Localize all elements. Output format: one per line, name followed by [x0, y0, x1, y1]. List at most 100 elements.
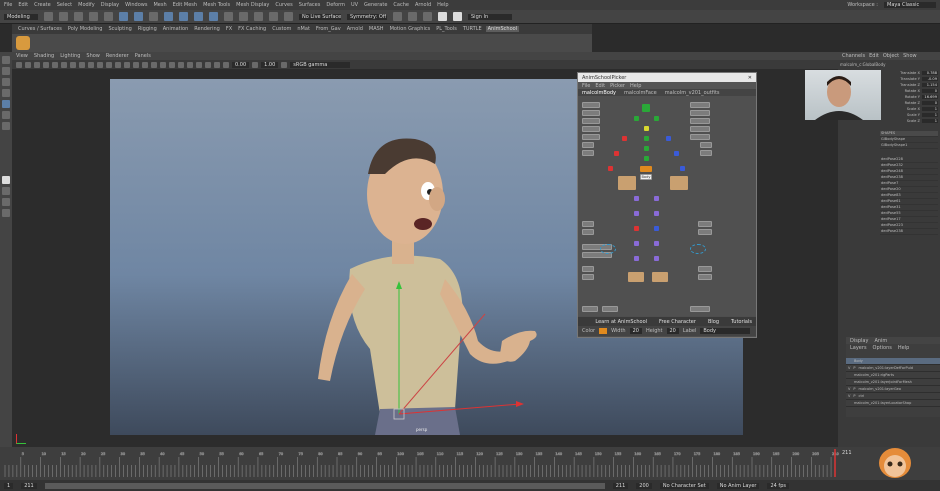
- shelf-tab[interactable]: TURTLE: [461, 26, 484, 32]
- attr-value[interactable]: 0: [922, 89, 938, 93]
- exposure-icon[interactable]: [252, 61, 259, 68]
- channel-menu-item[interactable]: Object: [883, 53, 899, 59]
- picker-control[interactable]: [654, 226, 659, 231]
- field-chart-icon[interactable]: [88, 61, 94, 68]
- picker-tab-active[interactable]: malcolmBody: [582, 90, 616, 96]
- picker-footer-link[interactable]: Blog: [708, 319, 719, 325]
- playback-toggle[interactable]: P: [853, 387, 855, 391]
- undo-icon[interactable]: [89, 12, 98, 21]
- panel-menu-item[interactable]: Lighting: [60, 53, 80, 59]
- shelf-tab[interactable]: Animation: [161, 26, 191, 32]
- picker-control[interactable]: [680, 166, 685, 171]
- camera-icon[interactable]: [16, 61, 22, 68]
- attr-value[interactable]: 0: [922, 101, 938, 105]
- picker-button[interactable]: [582, 134, 600, 140]
- picker-control[interactable]: [634, 241, 639, 246]
- picker-control[interactable]: [622, 136, 627, 141]
- attr-value[interactable]: 1: [922, 119, 938, 123]
- picker-head-control[interactable]: [642, 104, 650, 112]
- picker-button[interactable]: [698, 274, 712, 280]
- picker-control[interactable]: [644, 156, 649, 161]
- picker-control[interactable]: [654, 116, 659, 121]
- workspace-select[interactable]: Maya Classic: [884, 2, 936, 8]
- attr-row[interactable]: Scale Z1: [880, 118, 938, 124]
- motion-blur-icon[interactable]: [169, 61, 175, 68]
- menu-item[interactable]: Arnold: [415, 2, 431, 8]
- isolate-select-icon[interactable]: [196, 61, 202, 68]
- input-output-icon[interactable]: [284, 12, 293, 21]
- picker-canvas[interactable]: Body: [578, 96, 756, 316]
- menu-item[interactable]: Display: [101, 2, 119, 8]
- shelf-tab[interactable]: Motion Graphics: [388, 26, 433, 32]
- playblast-icon[interactable]: [453, 12, 462, 21]
- safe-action-icon[interactable]: [97, 61, 103, 68]
- playback-toggle[interactable]: P: [853, 366, 855, 370]
- picker-hand-right[interactable]: [670, 176, 688, 190]
- panel-menu-item[interactable]: Shading: [34, 53, 54, 59]
- select-object-icon[interactable]: [134, 12, 143, 21]
- playback-toggle[interactable]: P: [853, 394, 855, 398]
- picker-control[interactable]: [634, 256, 639, 261]
- picker-button[interactable]: [690, 126, 710, 132]
- menu-item[interactable]: Modify: [78, 2, 95, 8]
- depth-of-field-icon[interactable]: [187, 61, 193, 68]
- layer-row[interactable]: V Pmalcolm_v201:layerDefForPuld: [846, 365, 940, 372]
- menu-item[interactable]: File: [4, 2, 12, 8]
- shelf-tab[interactable]: Poly Modeling: [66, 26, 105, 32]
- picker-footer-link[interactable]: Tutorials: [731, 319, 752, 325]
- image-plane-icon[interactable]: [43, 61, 49, 68]
- shelf-tab[interactable]: MASH: [367, 26, 386, 32]
- visibility-toggle[interactable]: V: [848, 394, 850, 398]
- picker-control[interactable]: [654, 256, 659, 261]
- close-icon[interactable]: ✕: [748, 75, 752, 81]
- attr-value[interactable]: 1: [922, 113, 938, 117]
- height-field[interactable]: 20: [666, 328, 679, 334]
- animschool-picker-icon[interactable]: [16, 36, 30, 50]
- picker-hand-left[interactable]: [618, 176, 636, 190]
- panel-menu-item[interactable]: Renderer: [106, 53, 129, 59]
- layer-row[interactable]: malcolm_v201:rigParts: [846, 372, 940, 379]
- picker-button[interactable]: [690, 306, 710, 312]
- render-settings-icon[interactable]: [423, 12, 432, 21]
- pick-mask-icon[interactable]: [164, 12, 173, 21]
- safe-title-icon[interactable]: [106, 61, 112, 68]
- menu-item[interactable]: Surfaces: [299, 2, 321, 8]
- picker-button[interactable]: [690, 118, 710, 124]
- xray-components-icon[interactable]: [223, 61, 229, 68]
- character-set-select[interactable]: No Character Set: [659, 482, 709, 489]
- menu-item[interactable]: Edit Mesh: [173, 2, 197, 8]
- layer-row[interactable]: malcolm_v201:layerLocatorShap: [846, 400, 940, 407]
- render-icon[interactable]: [393, 12, 402, 21]
- gate-mask-icon[interactable]: [79, 61, 85, 68]
- range-end-field[interactable]: 200: [636, 482, 652, 489]
- picker-control[interactable]: [608, 166, 613, 171]
- xray-joints-icon[interactable]: [214, 61, 220, 68]
- playback-end-field[interactable]: 211: [612, 482, 629, 489]
- select-hierarchy-icon[interactable]: [119, 12, 128, 21]
- width-field[interactable]: 20: [629, 328, 642, 334]
- menu-item[interactable]: Select: [57, 2, 72, 8]
- lasso-tool-icon[interactable]: [2, 67, 10, 75]
- picker-control[interactable]: [634, 226, 639, 231]
- picker-button[interactable]: [582, 142, 594, 148]
- picker-button[interactable]: [582, 266, 594, 272]
- shelf-tab[interactable]: Rendering: [192, 26, 222, 32]
- grid-icon[interactable]: [52, 61, 58, 68]
- picker-titlebar[interactable]: AnimSchoolPicker ✕: [578, 73, 756, 82]
- menu-item[interactable]: Cache: [393, 2, 409, 8]
- anim-layer-select[interactable]: No Anim Layer: [716, 482, 760, 489]
- picker-menu-item[interactable]: File: [582, 83, 590, 89]
- layer-menu-item[interactable]: Options: [873, 345, 892, 351]
- snap-surface-icon[interactable]: [269, 12, 278, 21]
- bookmark-icon[interactable]: [34, 61, 40, 68]
- channel-menu-item[interactable]: Edit: [869, 53, 879, 59]
- picker-button[interactable]: [690, 134, 710, 140]
- picker-ik-right[interactable]: [690, 244, 706, 254]
- attr-value[interactable]: -0.09: [922, 77, 938, 81]
- menu-item[interactable]: Mesh Tools: [203, 2, 230, 8]
- picker-button[interactable]: [582, 221, 594, 227]
- color-space-select[interactable]: sRGB gamma: [290, 61, 351, 68]
- open-scene-icon[interactable]: [59, 12, 68, 21]
- four-view-icon[interactable]: [2, 187, 10, 195]
- menu-item[interactable]: Create: [34, 2, 51, 8]
